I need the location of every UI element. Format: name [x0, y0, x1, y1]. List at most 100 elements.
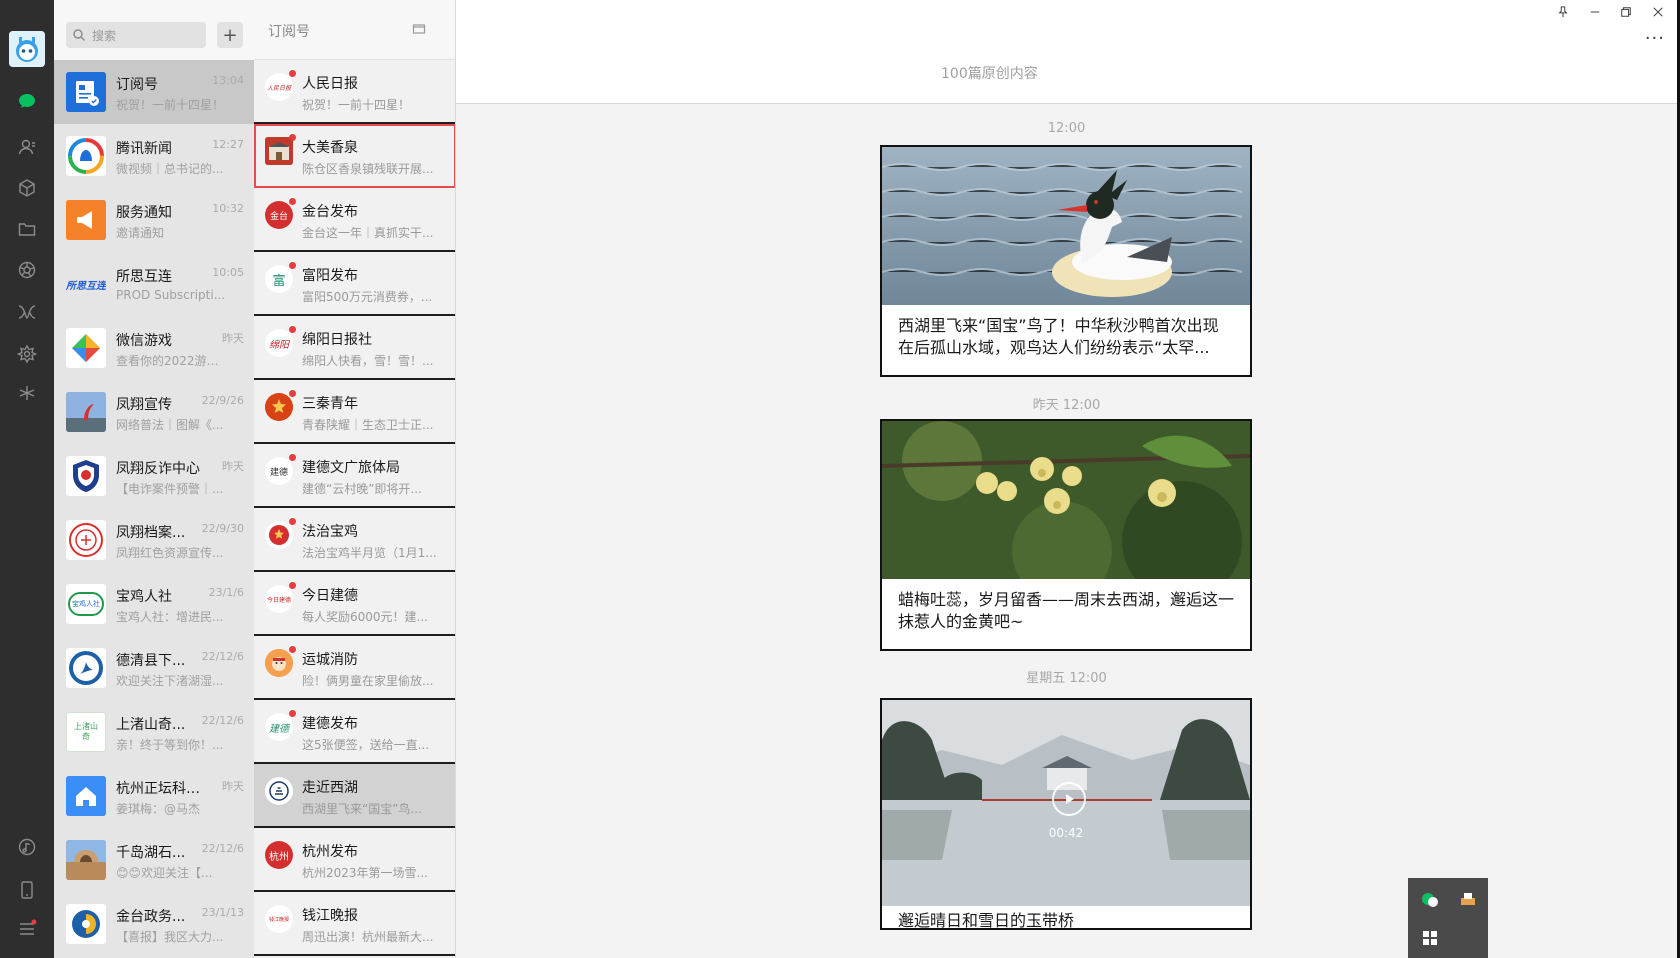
search-input[interactable]: 搜索	[66, 22, 206, 48]
chat-item-qiandaohu[interactable]: 千岛湖石... 22/12/6 😊😊欢迎关注【...	[54, 828, 254, 892]
grid-icon[interactable]	[1420, 928, 1440, 948]
sub-item-jiande-culture[interactable]: 建德 建德文广旅体局 建德“云村晚”即将开...	[254, 444, 455, 508]
print-icon[interactable]	[1458, 890, 1478, 910]
sub-preview: 每人奖励6000元！建...	[302, 610, 428, 624]
article-card[interactable]: 蜡梅吐蕊，岁月留香——周末去西湖，邂逅这一抹惹人的金黄吧~	[880, 419, 1252, 651]
subscription-list-panel: 订阅号 人民日报 人民日报 祝贺！一前十四星！ 大美香泉 陈仓区香泉镇残联开展.…	[254, 0, 456, 958]
open-window-icon[interactable]	[412, 22, 426, 36]
qianjiang-logo: 钱江晚报	[265, 905, 293, 933]
sub-item-qianjiang-evening[interactable]: 钱江晚报 钱江晚报 周迅出演！杭州最新大...	[254, 892, 455, 956]
chat-time: 22/9/30	[201, 522, 244, 535]
fire-mascot-icon	[265, 649, 293, 677]
chat-item-fengxiang-archives[interactable]: 凤翔档案... 22/9/30 凤翔红色资源宣传...	[54, 508, 254, 572]
chat-item-shangzhu[interactable]: 上渚山奇 上渚山奇... 22/12/6 亲！终于等到你！...	[54, 700, 254, 764]
chat-preview: PROD Subscripti...	[116, 288, 226, 302]
sub-preview: 法治宝鸡半月览（1月1...	[302, 546, 437, 560]
sub-name: 运城消防	[302, 652, 358, 668]
discover-icon[interactable]	[14, 341, 40, 367]
chat-icon[interactable]	[14, 88, 40, 114]
chat-preview: 网络普法｜图解《...	[116, 418, 224, 432]
play-button[interactable]	[1052, 782, 1086, 816]
police-badge-icon	[66, 456, 106, 496]
chat-time: 22/12/6	[201, 842, 244, 855]
minimize-icon[interactable]	[1586, 3, 1604, 21]
unread-dot	[289, 198, 296, 205]
chat-item-service-notice[interactable]: 服务通知 10:32 邀请通知	[54, 188, 254, 252]
restore-icon[interactable]	[1617, 3, 1635, 21]
qiandaohu-photo	[66, 840, 106, 880]
jiande-culture-logo: 建德	[265, 457, 293, 485]
chat-item-deqing[interactable]: 德清县下... 22/12/6 欢迎关注下渚湖湿...	[54, 636, 254, 700]
sub-preview: 险！俩男童在家里偷放...	[302, 674, 434, 688]
archives-seal-icon	[66, 520, 106, 560]
sub-name: 大美香泉	[302, 140, 358, 156]
sub-item-mianyang-daily[interactable]: 绵阳 绵阳日报社 绵阳人快看，雪！雪！...	[254, 316, 455, 380]
phone-icon[interactable]	[14, 877, 40, 903]
article-header: 100篇原创内容 ···	[456, 0, 1677, 104]
sub-item-jinri-jiande[interactable]: 今日建德 今日建德 每人奖励6000元！建...	[254, 572, 455, 636]
chat-name: 上渚山奇...	[116, 717, 186, 733]
chat-name: 微信游戏	[116, 333, 172, 349]
contacts-icon[interactable]	[14, 134, 40, 160]
favorites-icon[interactable]	[14, 175, 40, 201]
more-options-button[interactable]: ···	[1645, 28, 1665, 49]
sub-item-hangzhou-release[interactable]: 杭州 杭州发布 杭州2023年第一场雪...	[254, 828, 455, 892]
chat-item-jintai-gov[interactable]: 金台政务... 23/1/13 【喜报】我区大力...	[54, 892, 254, 956]
channels-icon[interactable]	[14, 299, 40, 325]
chat-item-subscriptions[interactable]: 订阅号 13:04 祝贺！一前十四星！	[54, 60, 254, 124]
chat-preview: 欢迎关注下渚湖湿...	[116, 674, 224, 688]
sub-name: 法治宝鸡	[302, 524, 358, 540]
chat-item-tencent-news[interactable]: 腾讯新闻 12:27 微视频｜总书记的...	[54, 124, 254, 188]
chat-item-fengxiang-antifraud[interactable]: 凤翔反诈中心 昨天 【电诈案件预警｜...	[54, 444, 254, 508]
subscription-title: 订阅号	[268, 24, 310, 40]
chat-time: 22/9/26	[201, 394, 244, 407]
merganser-image	[882, 147, 1250, 305]
unread-dot	[289, 582, 296, 589]
sub-name: 金台发布	[302, 204, 358, 220]
renmin-daily-logo: 人民日报	[265, 73, 293, 101]
menu-icon[interactable]	[14, 916, 40, 942]
chat-time: 昨天	[222, 332, 244, 345]
sub-item-damei-xiangquan[interactable]: 大美香泉 陈仓区香泉镇残联开展...	[254, 124, 455, 188]
wechat-icon[interactable]	[1420, 890, 1440, 910]
chat-item-suosi[interactable]: 所思互连 所思互连 10:05 PROD Subscripti...	[54, 252, 254, 316]
sub-item-jintai-release[interactable]: 金台 金台发布 金台这一年｜真抓实干...	[254, 188, 455, 252]
chat-item-baoji-hr[interactable]: 宝鸡人社 宝鸡人社 23/1/6 宝鸡人社：增进民...	[54, 572, 254, 636]
chat-item-hangzhou-zhengtan[interactable]: 杭州正坛科技... 昨天 姜琪梅：@马杰	[54, 764, 254, 828]
sub-item-renmin-daily[interactable]: 人民日报 人民日报 祝贺！一前十四星！	[254, 60, 455, 124]
sub-preview: 祝贺！一前十四星！	[302, 98, 411, 112]
chat-name: 凤翔反诈中心	[116, 461, 200, 477]
music-icon[interactable]	[14, 834, 40, 860]
sub-item-jiande-release[interactable]: 建德 建德发布 这5张便签，送给一直...	[254, 700, 455, 764]
article-card[interactable]: 西湖里飞来“国宝”鸟了！中华秋沙鸭首次出现在后孤山水域，观鸟达人们纷纷表示“太罕…	[880, 145, 1252, 377]
game-logo-icon	[66, 328, 106, 368]
add-button[interactable]: +	[217, 22, 243, 48]
jinri-jiande-logo: 今日建德	[265, 585, 293, 613]
sub-item-fuyang-release[interactable]: 富 富阳发布 富阳500万元消费券，...	[254, 252, 455, 316]
moments-icon[interactable]	[14, 257, 40, 283]
sub-preview: 富阳500万元消费券，...	[302, 290, 433, 304]
sub-preview: 建德“云村晚”即将开...	[302, 482, 422, 496]
sub-item-sanqin-youth[interactable]: 三秦青年 青春陕耀｜生态卫士正...	[254, 380, 455, 444]
user-avatar[interactable]	[9, 31, 45, 67]
post-timestamp: 昨天 12:00	[1032, 398, 1101, 413]
sub-item-fazhi-baoji[interactable]: 法治宝鸡 法治宝鸡半月览（1月1...	[254, 508, 455, 572]
sub-item-yuncheng-fire[interactable]: 运城消防 险！俩男童在家里偷放...	[254, 636, 455, 700]
youth-league-badge-icon	[265, 393, 293, 421]
close-icon[interactable]	[1649, 3, 1667, 21]
pin-icon[interactable]	[1554, 3, 1572, 21]
subscriptions-icon	[66, 72, 106, 112]
chat-item-fengxiang-publicity[interactable]: 凤翔宣传 22/9/26 网络普法｜图解《...	[54, 380, 254, 444]
sub-item-zoujin-xihu[interactable]: 走近西湖 西湖里飞来“国宝”鸟...	[254, 764, 455, 828]
chat-items: 订阅号 13:04 祝贺！一前十四星！ 腾讯新闻 12:27 微视频｜总书记的.…	[54, 60, 254, 956]
chat-name: 金台政务...	[116, 909, 186, 925]
chat-time: 13:04	[212, 74, 244, 87]
lake-video-thumbnail: 00:42	[882, 700, 1250, 906]
chat-item-wechat-games[interactable]: 微信游戏 昨天 查看你的2022游戏...	[54, 316, 254, 380]
mini-program-icon[interactable]	[14, 380, 40, 406]
chat-time: 22/12/6	[201, 650, 244, 663]
video-card[interactable]: 00:42 邂逅晴日和雪日的玉带桥	[880, 698, 1252, 930]
navigation-rail	[0, 0, 54, 958]
folder-icon[interactable]	[14, 216, 40, 242]
chat-name: 所思互连	[116, 269, 172, 285]
